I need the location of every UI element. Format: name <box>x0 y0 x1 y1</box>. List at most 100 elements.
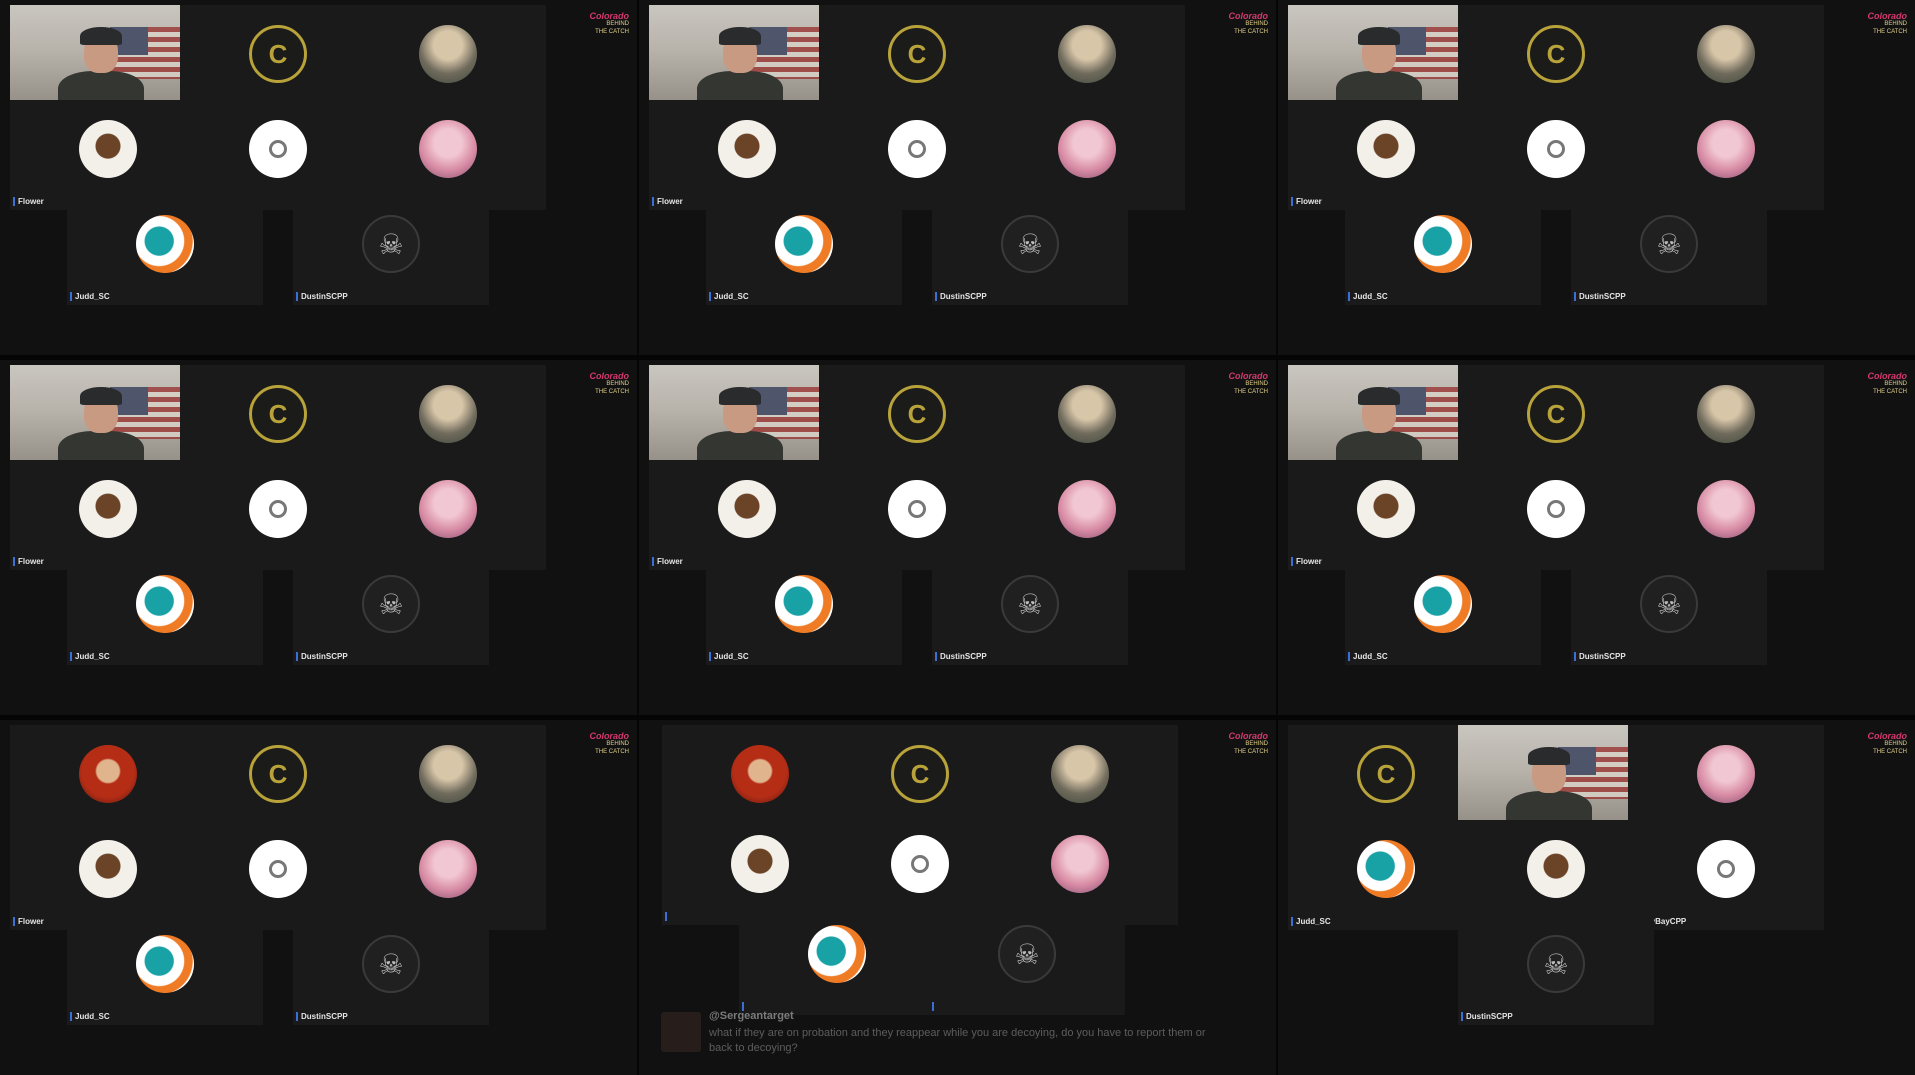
participant-tile[interactable]: Flower <box>1458 820 1654 930</box>
participant-tile[interactable]: MileHigh <box>350 100 546 210</box>
participant-tile[interactable]: MileHigh <box>350 820 546 930</box>
participant-tile[interactable]: ShayBayCPP <box>819 460 1015 570</box>
dolphins-logo-icon <box>136 935 194 993</box>
avatar <box>419 480 477 538</box>
participant-tile[interactable]: ShayBayCPP <box>180 820 376 930</box>
participant-tile[interactable]: MileHigh <box>1628 725 1824 835</box>
participant-tile[interactable]: MileHigh <box>350 460 546 570</box>
avatar <box>1058 25 1116 83</box>
participant-tile[interactable]: J Crandall <box>989 5 1185 115</box>
participant-tile[interactable]: Judd_SC <box>67 555 263 665</box>
participant-tile[interactable]: Flower <box>10 100 206 210</box>
participant-tile[interactable]: ☠ DustinSCPP <box>932 555 1128 665</box>
participant-tile[interactable]: CKR <box>180 725 376 835</box>
participant-tile[interactable]: Tom B <box>10 725 206 835</box>
screen-panel: Tom BCKRJ Crandall Flower ShayBayCPPMileHi… <box>0 720 637 1075</box>
avatar <box>419 745 477 803</box>
participant-tile[interactable]: CKR <box>180 365 376 475</box>
participant-tile[interactable]: Tom B <box>1458 725 1654 835</box>
cap <box>1358 27 1400 45</box>
ped-patrol-logo-icon: C <box>1357 745 1415 803</box>
participant-tile[interactable]: J Crandall <box>1628 5 1824 115</box>
participant-tile[interactable]: CKR <box>819 5 1015 115</box>
default-user-icon <box>249 120 307 178</box>
participant-tile[interactable]: ShayBayCPP <box>1458 460 1654 570</box>
participant-tile[interactable]: Tom B <box>649 365 845 475</box>
participant-tile[interactable]: MileHigh <box>1628 100 1824 210</box>
participant-tile[interactable]: ShayBayCPP <box>1458 100 1654 210</box>
participant-tile[interactable]: Tom B <box>10 365 206 475</box>
brand-watermark: Colorado BEHIND THE CATCH <box>1863 12 1908 36</box>
participant-tile[interactable]: Judd_SC <box>706 195 902 305</box>
participant-tile[interactable]: ☠ DustinSCPP <box>1571 555 1767 665</box>
brand-watermark: Colorado BEHIND THE CATCH <box>1224 372 1269 396</box>
participant-tile[interactable]: Flower <box>649 460 845 570</box>
avatar <box>1697 480 1755 538</box>
participant-tile[interactable]: J Crandall <box>350 365 546 475</box>
participant-tile[interactable]: Flower <box>1288 100 1484 210</box>
participant-name: DustinSCPP <box>1461 1012 1513 1021</box>
participant-tile[interactable]: ☠ DustinSCPP <box>1458 915 1654 1025</box>
participant-tile[interactable]: Tom B <box>1288 5 1484 115</box>
dolphins-logo-icon <box>775 215 833 273</box>
participant-tile[interactable]: Judd_SC <box>706 555 902 665</box>
brand-watermark: Colorado BEHIND THE CATCH <box>1863 732 1908 756</box>
participant-tile[interactable]: Tom B <box>10 5 206 115</box>
participant-tile[interactable]: ☠ DustinSCPP <box>293 915 489 1025</box>
participant-tile[interactable]: Judd_SC <box>1288 820 1484 930</box>
participant-tile[interactable]: J Crandall <box>350 5 546 115</box>
participant-tile[interactable]: MileHigh <box>1628 460 1824 570</box>
participant-name: Judd_SC <box>709 652 749 661</box>
participant-tile[interactable]: ☠ <box>929 905 1125 1015</box>
participant-name: Judd_SC <box>70 1012 110 1021</box>
brand-line-2: BEHIND <box>1245 381 1268 387</box>
skull-crossbones-icon: ☠ <box>1640 575 1698 633</box>
brand-watermark: Colorado BEHIND THE CATCH <box>1224 12 1269 36</box>
ped-patrol-logo-icon: C <box>888 25 946 83</box>
gavel-icon <box>1357 480 1415 538</box>
participant-tile[interactable]: J Crandall <box>350 725 546 835</box>
user-silhouette-icon <box>908 140 926 158</box>
participant-tile[interactable]: ☠ DustinSCPP <box>932 195 1128 305</box>
participant-tile[interactable]: CKR <box>819 365 1015 475</box>
participant-tile[interactable]: ☠ DustinSCPP <box>1571 195 1767 305</box>
ped-patrol-logo-icon: C <box>1527 25 1585 83</box>
participant-name: Judd_SC <box>709 292 749 301</box>
participant-name: Flower <box>1291 557 1322 566</box>
participant-tile[interactable]: ShayBayCPP <box>180 460 376 570</box>
screen-panel: Tom BCKRJ Crandall Flower ShayBayCPPMileHi… <box>1278 0 1915 355</box>
ped-patrol-logo-icon: C <box>891 745 949 803</box>
participant-tile[interactable]: CKR <box>1458 365 1654 475</box>
participant-tile[interactable]: CKR <box>180 5 376 115</box>
participant-tile[interactable]: Judd_SC <box>1345 195 1541 305</box>
participant-tile[interactable]: Tom B <box>1288 365 1484 475</box>
gavel-icon <box>1357 120 1415 178</box>
default-user-icon <box>249 480 307 538</box>
skull-crossbones-icon: ☠ <box>362 575 420 633</box>
brand-line-1: Colorado <box>589 11 630 21</box>
participant-tile[interactable]: CKR <box>1458 5 1654 115</box>
participant-tile[interactable]: Flower <box>10 460 206 570</box>
chat-username: @Sergeantarget <box>709 1010 794 1022</box>
participant-tile[interactable]: MileHigh <box>989 100 1185 210</box>
participant-tile[interactable]: ☠ DustinSCPP <box>293 555 489 665</box>
participant-tile[interactable]: Flower <box>649 100 845 210</box>
participant-tile[interactable]: ShayBayCPP <box>1628 820 1824 930</box>
participant-tile[interactable]: J Crandall <box>989 365 1185 475</box>
participant-tile[interactable]: CKR <box>1288 725 1484 835</box>
participant-tile[interactable]: ShayBayCPP <box>819 100 1015 210</box>
participant-tile[interactable]: ShayBayCPP <box>180 100 376 210</box>
participant-tile[interactable]: ☠ DustinSCPP <box>293 195 489 305</box>
brand-line-3: THE CATCH <box>595 749 629 755</box>
logo-letter: C <box>268 398 288 429</box>
logo-letter: C <box>1546 38 1566 69</box>
participant-tile[interactable]: Tom B <box>649 5 845 115</box>
participant-tile[interactable]: J Crandall <box>1628 365 1824 475</box>
participant-tile[interactable] <box>739 905 935 1015</box>
participant-tile[interactable]: Flower <box>1288 460 1484 570</box>
participant-tile[interactable]: Judd_SC <box>67 915 263 1025</box>
participant-tile[interactable]: MileHigh <box>989 460 1185 570</box>
participant-tile[interactable]: Flower <box>10 820 206 930</box>
participant-tile[interactable]: Judd_SC <box>67 195 263 305</box>
participant-tile[interactable]: Judd_SC <box>1345 555 1541 665</box>
